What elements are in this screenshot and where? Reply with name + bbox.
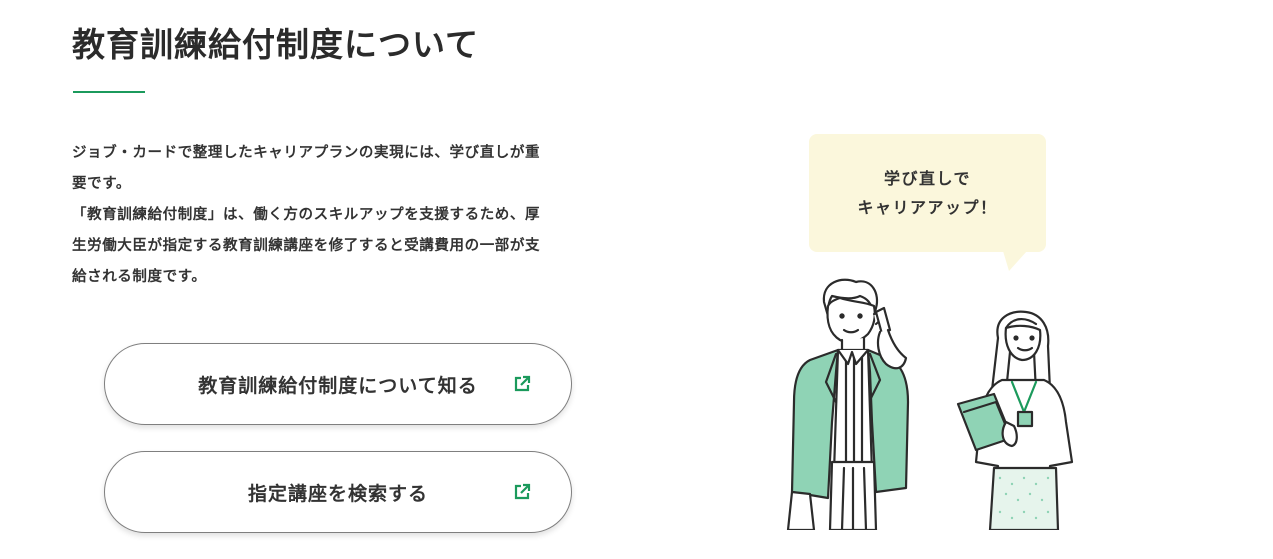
- search-courses-label: 指定講座を検索する: [247, 482, 428, 505]
- external-link-icon: [514, 483, 531, 500]
- speech-bubble-tail: [1003, 251, 1027, 271]
- people-illustration: [786, 278, 1074, 530]
- bubble-line-2: キャリアアップ！: [857, 198, 998, 217]
- intro-paragraph: ジョブ・カードで整理したキャリアプランの実現には、学び直しが重 要です。 「教育…: [72, 145, 541, 285]
- speech-bubble: 学び直しで キャリアアップ！: [809, 134, 1046, 252]
- bubble-line-1: 学び直しで: [883, 169, 972, 188]
- learn-about-system-button[interactable]: 教育訓練給付制度について知る: [104, 343, 572, 425]
- external-link-icon: [514, 375, 531, 392]
- title-underline: [73, 91, 145, 93]
- woman-figure: [956, 310, 1074, 530]
- page: 教育訓練給付制度について ジョブ・カードで整理したキャリアプランの実現には、学び…: [0, 0, 1273, 559]
- page-title: 教育訓練給付制度について: [72, 25, 480, 64]
- man-figure: [786, 278, 910, 530]
- learn-about-system-label: 教育訓練給付制度について知る: [198, 374, 478, 397]
- search-courses-button[interactable]: 指定講座を検索する: [104, 451, 572, 533]
